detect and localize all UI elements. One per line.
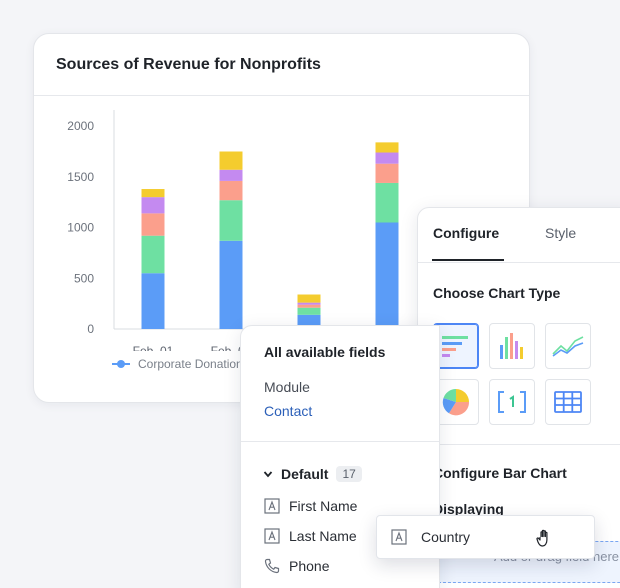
bar-segment xyxy=(297,304,321,308)
bar-segment xyxy=(297,307,321,315)
x-tick-label: Feb, 01 xyxy=(133,344,174,351)
y-tick-label: 500 xyxy=(74,271,94,285)
chart-legend[interactable]: Corporate Donations xyxy=(112,357,249,371)
dragged-field-chip[interactable]: Country xyxy=(376,515,595,559)
chart-type-column-button[interactable] xyxy=(489,323,535,369)
bar-segment xyxy=(375,152,399,164)
bar-segment xyxy=(141,235,165,274)
y-tick-label: 1000 xyxy=(67,221,94,235)
group-label: Default xyxy=(281,466,329,482)
module-label: Module xyxy=(264,379,310,395)
bar-segment xyxy=(219,180,243,201)
phone-icon xyxy=(264,558,280,574)
tab-style[interactable]: Style xyxy=(545,225,576,241)
pie-chart-icon xyxy=(442,388,470,416)
field-item-label: Last Name xyxy=(289,528,357,544)
bar-segment xyxy=(297,302,321,305)
bar-segment xyxy=(141,273,165,329)
field-item-last-name[interactable]: Last Name xyxy=(264,528,357,544)
field-item-phone[interactable]: Phone xyxy=(264,558,329,574)
default-group-toggle[interactable]: Default 17 xyxy=(263,466,362,482)
text-field-icon xyxy=(264,498,280,514)
config-divider xyxy=(418,444,620,445)
y-tick-label: 2000 xyxy=(67,119,94,133)
bar-segment xyxy=(375,163,399,183)
bar-segment xyxy=(141,189,165,198)
y-tick-label: 0 xyxy=(87,322,94,336)
tabs-divider xyxy=(418,262,620,263)
chart-type-line-button[interactable] xyxy=(545,323,591,369)
chart-type-metric-button[interactable] xyxy=(489,379,535,425)
grab-hand-icon xyxy=(536,529,548,547)
line-chart-icon xyxy=(552,336,584,357)
fields-heading: All available fields xyxy=(264,344,386,360)
field-item-label: First Name xyxy=(289,498,358,514)
legend-label: Corporate Donations xyxy=(138,357,249,371)
chart-type-table-button[interactable] xyxy=(545,379,591,425)
text-field-icon xyxy=(391,529,407,545)
bar-segment xyxy=(375,222,399,329)
text-field-icon xyxy=(264,528,280,544)
field-item-first-name[interactable]: First Name xyxy=(264,498,357,514)
configure-bar-chart-heading: Configure Bar Chart xyxy=(433,465,567,481)
horizontal-bar-chart-icon xyxy=(442,336,468,357)
dragged-field-label: Country xyxy=(421,529,471,545)
bar-segment xyxy=(141,213,165,236)
active-tab-indicator xyxy=(432,259,504,261)
legend-swatch xyxy=(112,359,130,369)
bar-segment xyxy=(219,240,243,329)
bar-segment xyxy=(141,197,165,214)
table-grid-icon xyxy=(554,391,582,413)
chevron-down-icon xyxy=(263,471,273,478)
bar-segment xyxy=(219,151,243,170)
module-selector[interactable]: Contact xyxy=(264,403,312,419)
bar-segment xyxy=(375,182,399,223)
field-item-label: Phone xyxy=(289,558,330,574)
choose-chart-type-heading: Choose Chart Type xyxy=(433,285,561,301)
chart-title: Sources of Revenue for Nonprofits xyxy=(56,56,321,73)
bar-segment xyxy=(297,294,321,303)
group-count-badge: 17 xyxy=(336,466,362,482)
bar-segment xyxy=(375,142,399,153)
metric-bracket-icon xyxy=(498,391,526,413)
bar-segment xyxy=(219,200,243,241)
y-tick-label: 1500 xyxy=(67,170,94,184)
fields-divider xyxy=(241,441,439,442)
column-chart-icon xyxy=(500,333,523,359)
tab-configure[interactable]: Configure xyxy=(433,225,499,241)
bar-segment xyxy=(219,169,243,181)
